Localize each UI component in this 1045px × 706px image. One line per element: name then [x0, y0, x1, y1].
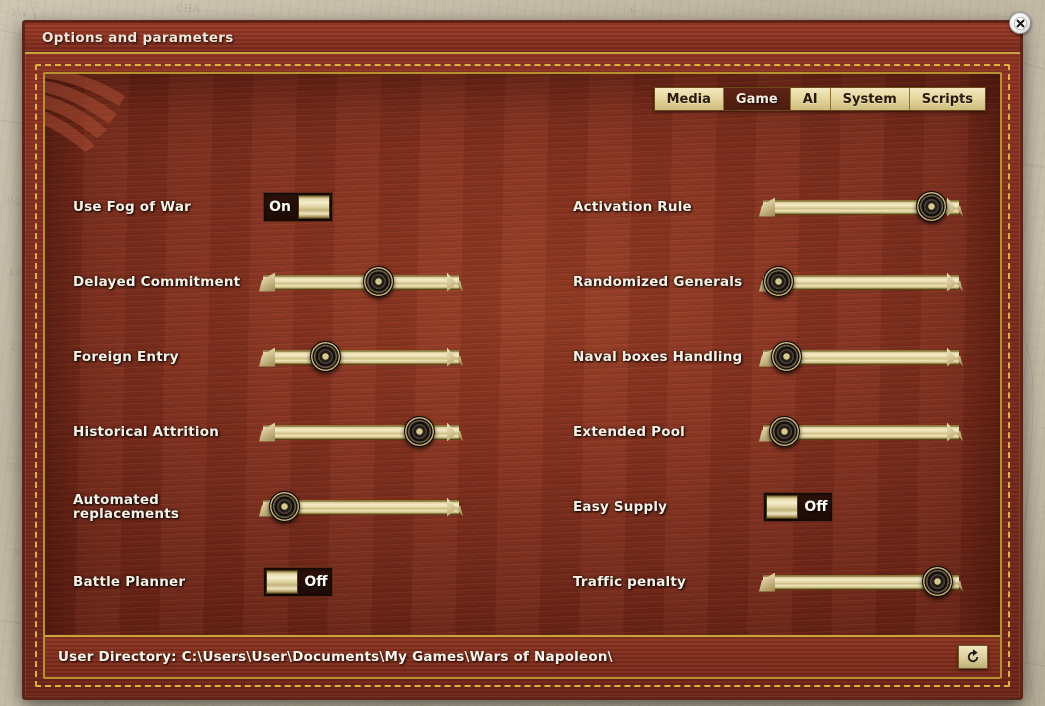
- slider-foreign-entry[interactable]: [263, 346, 459, 368]
- slider-activation-rule[interactable]: [763, 196, 959, 218]
- svg-text:3¼: 3¼: [4, 197, 20, 208]
- slider-knob-traffic-penalty[interactable]: [922, 566, 953, 597]
- options-panel: Media Game AI System Scripts Use Fog of …: [43, 72, 1002, 679]
- option-label-activation-rule: Activation Rule: [573, 199, 758, 213]
- option-control-traffic-penalty: [763, 571, 959, 593]
- slider-naval-boxes-handling[interactable]: [763, 346, 959, 368]
- slider-historical-attrition[interactable]: [263, 421, 459, 443]
- slider-knob-historical-attrition[interactable]: [404, 416, 435, 447]
- toggle-value-use-fog-of-war: On: [264, 199, 296, 215]
- toggle-use-fog-of-war[interactable]: On: [263, 192, 333, 222]
- option-row-easy-supply: Easy Supply Off: [563, 469, 1002, 544]
- toggle-value-easy-supply: Off: [800, 499, 832, 515]
- options-window: Options and parameters Media Game AI: [22, 20, 1023, 700]
- options-column-right: Activation Rule Randomized Generals: [563, 169, 1002, 619]
- option-row-battle-planner: Battle Planner Off: [63, 544, 503, 619]
- page-title: Options and parameters: [42, 30, 234, 46]
- toggle-knob-use-fog-of-war[interactable]: [298, 195, 330, 219]
- option-control-activation-rule: [763, 196, 959, 218]
- toggle-easy-supply[interactable]: Off: [763, 492, 833, 522]
- option-control-use-fog-of-war: On: [263, 192, 333, 222]
- slider-knob-naval-boxes-handling[interactable]: [771, 341, 802, 372]
- toggle-knob-easy-supply[interactable]: [766, 495, 798, 519]
- tab-scripts[interactable]: Scripts: [910, 88, 985, 110]
- option-row-foreign-entry: Foreign Entry: [63, 319, 503, 394]
- slider-delayed-commitment[interactable]: [263, 271, 459, 293]
- option-control-automated-replacements: [263, 496, 459, 518]
- user-directory-path: User Directory: C:\Users\User\Documents\…: [58, 649, 613, 665]
- option-row-use-fog-of-war: Use Fog of War On: [63, 169, 503, 244]
- option-control-delayed-commitment: [263, 271, 459, 293]
- option-label-extended-pool: Extended Pool: [573, 424, 758, 438]
- svg-text:CHA: CHA: [176, 4, 200, 15]
- window-footer: User Directory: C:\Users\User\Documents\…: [45, 635, 1000, 677]
- option-row-historical-attrition: Historical Attrition: [63, 394, 503, 469]
- option-label-traffic-penalty: Traffic penalty: [573, 574, 758, 588]
- toggle-battle-planner[interactable]: Off: [263, 567, 333, 597]
- slider-knob-delayed-commitment[interactable]: [363, 266, 394, 297]
- option-label-easy-supply: Easy Supply: [573, 499, 758, 513]
- option-label-randomized-generals: Randomized Generals: [573, 274, 758, 288]
- refresh-icon: [964, 648, 982, 666]
- toggle-knob-battle-planner[interactable]: [266, 570, 298, 594]
- option-row-naval-boxes-handling: Naval boxes Handling: [563, 319, 1002, 394]
- tab-media[interactable]: Media: [655, 88, 724, 110]
- slider-knob-activation-rule[interactable]: [916, 191, 947, 222]
- option-row-extended-pool: Extended Pool: [563, 394, 1002, 469]
- slider-traffic-penalty[interactable]: [763, 571, 959, 593]
- settings-tabbar[interactable]: Media Game AI System Scripts: [654, 87, 986, 111]
- slider-track: [263, 350, 459, 365]
- option-label-battle-planner: Battle Planner: [73, 574, 258, 588]
- tab-game[interactable]: Game: [724, 88, 791, 110]
- option-label-delayed-commitment: Delayed Commitment: [73, 274, 258, 288]
- option-control-foreign-entry: [263, 346, 459, 368]
- window-titlebar: Options and parameters: [25, 23, 1020, 54]
- option-control-naval-boxes-handling: [763, 346, 959, 368]
- slider-automated-replacements[interactable]: [263, 496, 459, 518]
- slider-extended-pool[interactable]: [763, 421, 959, 443]
- close-button[interactable]: [1009, 12, 1031, 34]
- option-label-historical-attrition: Historical Attrition: [73, 424, 258, 438]
- option-control-extended-pool: [763, 421, 959, 443]
- option-row-activation-rule: Activation Rule: [563, 169, 1002, 244]
- option-label-foreign-entry: Foreign Entry: [73, 349, 258, 363]
- close-icon: [1014, 17, 1027, 30]
- svg-text:3½: 3½: [6, 462, 22, 473]
- option-row-delayed-commitment: Delayed Commitment: [63, 244, 503, 319]
- slider-knob-extended-pool[interactable]: [769, 416, 800, 447]
- option-label-automated-replacements: Automated replacements: [73, 492, 258, 520]
- slider-track: [263, 275, 459, 290]
- slider-randomized-generals[interactable]: [763, 271, 959, 293]
- option-row-automated-replacements: Automated replacements: [63, 469, 503, 544]
- option-label-naval-boxes-handling: Naval boxes Handling: [573, 349, 758, 363]
- option-row-traffic-penalty: Traffic penalty: [563, 544, 1002, 619]
- option-control-historical-attrition: [263, 421, 459, 443]
- option-control-battle-planner: Off: [263, 567, 333, 597]
- option-control-easy-supply: Off: [763, 492, 833, 522]
- slider-knob-randomized-generals[interactable]: [763, 266, 794, 297]
- slider-knob-foreign-entry[interactable]: [310, 341, 341, 372]
- option-control-randomized-generals: [763, 271, 959, 293]
- tab-system[interactable]: System: [831, 88, 910, 110]
- tab-ai[interactable]: AI: [791, 88, 831, 110]
- option-row-randomized-generals: Randomized Generals: [563, 244, 1002, 319]
- svg-text:6: 6: [630, 6, 636, 17]
- window-inner-rail: Media Game AI System Scripts Use Fog of …: [35, 64, 1010, 687]
- decorative-fan-ornament: [43, 72, 189, 156]
- svg-text:3¼: 3¼: [10, 8, 26, 19]
- toggle-value-battle-planner: Off: [300, 574, 332, 590]
- options-column-left: Use Fog of War On Delayed Commitment: [63, 169, 503, 619]
- refresh-button[interactable]: [958, 645, 988, 669]
- option-label-use-fog-of-war: Use Fog of War: [73, 199, 258, 213]
- slider-knob-automated-replacements[interactable]: [269, 491, 300, 522]
